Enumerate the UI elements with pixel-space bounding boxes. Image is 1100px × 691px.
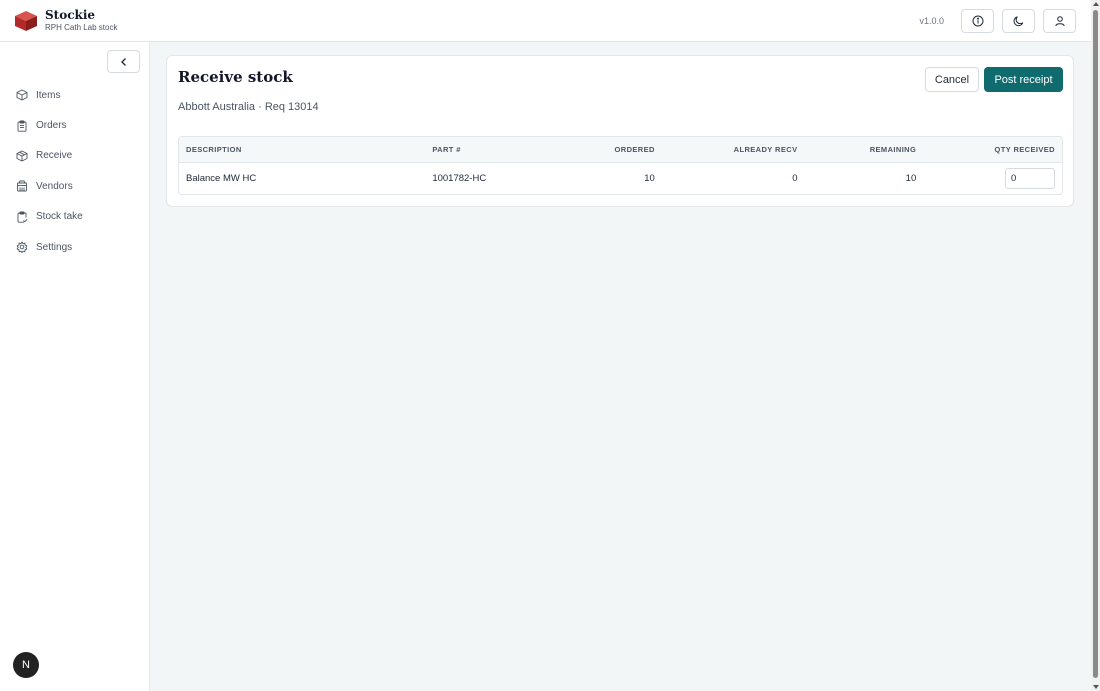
package-icon xyxy=(16,150,28,162)
sidebar-item-vendors[interactable]: Vendors xyxy=(0,171,150,201)
cancel-button[interactable]: Cancel xyxy=(925,67,979,92)
page-title: Receive stock xyxy=(178,68,293,86)
sidebar-item-label: Settings xyxy=(36,241,73,253)
scrollbar[interactable] xyxy=(1091,0,1100,691)
app-subtitle: RPH Cath Lab stock xyxy=(45,22,118,32)
sidebar-item-label: Items xyxy=(36,89,61,101)
sidebar-item-label: Receive xyxy=(36,150,73,162)
info-button[interactable] xyxy=(961,8,994,33)
box-icon xyxy=(16,89,28,101)
top-bar: Stockie RPH Cath Lab stock v1.0.0 xyxy=(0,0,1091,42)
page-subtitle: Abbott Australia · Req 13014 xyxy=(178,101,319,113)
sidebar-item-stock-take[interactable]: Stock take xyxy=(0,202,150,232)
sidebar-item-settings[interactable]: Settings xyxy=(0,232,150,262)
app-name: Stockie xyxy=(45,7,96,22)
building-icon xyxy=(17,180,27,192)
chevron-left-icon xyxy=(120,57,126,66)
post-receipt-button[interactable]: Post receipt xyxy=(984,67,1063,92)
sidebar-item-orders[interactable]: Orders xyxy=(0,110,150,140)
sidebar-item-items[interactable]: Items xyxy=(0,80,150,110)
qty-received-input[interactable] xyxy=(1005,167,1055,189)
scroll-thumb[interactable] xyxy=(1093,10,1098,678)
sidebar: Items Orders Receive Vendors Stock take xyxy=(0,42,150,691)
cell-ordered: 10 xyxy=(644,172,655,184)
column-header-already-recv: ALREADY RECV xyxy=(733,144,798,154)
cell-remaining: 10 xyxy=(905,172,917,184)
column-header-remaining: REMAINING xyxy=(869,144,917,154)
sidebar-item-receive[interactable]: Receive xyxy=(0,141,150,171)
version-label: v1.0.0 xyxy=(919,15,944,26)
clipboard-check-icon xyxy=(17,211,28,223)
theme-toggle-button[interactable] xyxy=(1002,8,1035,33)
sidebar-item-label: Orders xyxy=(36,120,67,132)
brand[interactable]: Stockie RPH Cath Lab stock xyxy=(13,7,118,33)
sidebar-item-label: Vendors xyxy=(36,180,73,192)
receive-stock-card: Receive stock Abbott Australia · Req 130… xyxy=(166,55,1074,207)
cell-already-recv: 0 xyxy=(792,172,798,184)
column-header-part: PART # xyxy=(432,144,461,154)
logo-icon xyxy=(15,10,37,31)
cell-qty-received xyxy=(923,162,1062,194)
avatar[interactable]: N xyxy=(13,652,39,678)
collapse-sidebar-button[interactable] xyxy=(107,50,140,73)
column-header-ordered: ORDERED xyxy=(614,144,655,154)
column-header-description: DESCRIPTION xyxy=(186,144,242,154)
sidebar-item-label: Stock take xyxy=(36,211,83,223)
scroll-down-arrow[interactable] xyxy=(1092,685,1099,689)
info-icon xyxy=(972,15,983,26)
clipboard-icon xyxy=(17,120,27,132)
scroll-up-arrow[interactable] xyxy=(1092,2,1099,6)
cell-part: 1001782-HC xyxy=(432,172,487,184)
user-icon xyxy=(1054,15,1065,26)
sidebar-nav: Items Orders Receive Vendors Stock take xyxy=(0,80,150,262)
table-header-row: DESCRIPTION PART # ORDERED ALREADY RECV … xyxy=(179,137,1062,162)
table-row: Balance MW HC 1001782-HC 10 0 10 xyxy=(179,162,1062,194)
column-header-qty-received: QTY RECEIVED xyxy=(994,144,1055,154)
receive-table: DESCRIPTION PART # ORDERED ALREADY RECV … xyxy=(178,136,1063,195)
gear-icon xyxy=(16,241,28,254)
cell-description: Balance MW HC xyxy=(186,172,257,184)
user-button[interactable] xyxy=(1043,8,1076,33)
moon-icon xyxy=(1013,15,1023,26)
